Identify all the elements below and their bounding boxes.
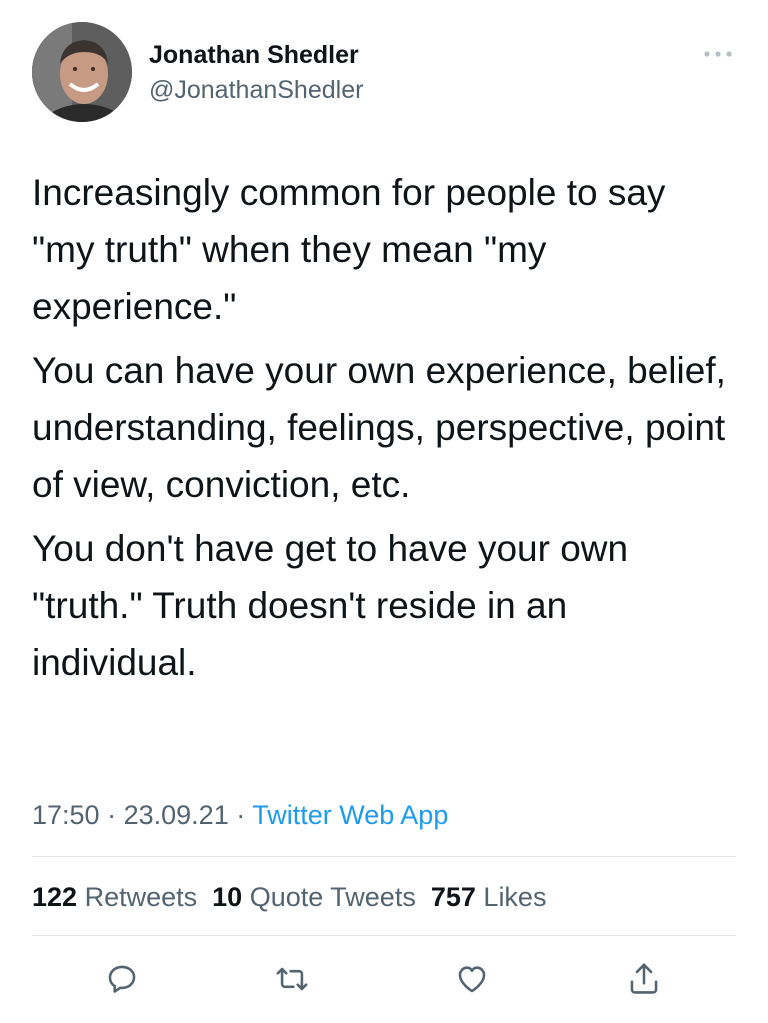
tweet-text: Increasingly common for people to say "m… [32,164,732,698]
tweet-time[interactable]: 17:50 [32,800,100,830]
meta-separator: · [236,800,246,830]
avatar[interactable] [32,22,132,122]
share-button[interactable] [620,955,668,1003]
reply-icon [108,965,136,993]
tweet-paragraph: You don't have get to have your own "tru… [32,528,629,683]
heart-icon [458,966,486,993]
retweet-button[interactable] [268,955,316,1003]
retweet-icon [276,967,308,991]
author-handle[interactable]: @JonathanShedler [149,75,363,105]
retweets-count: 122 [32,882,78,912]
quote-tweets-count: 10 [212,882,243,912]
likes-stat[interactable]: 757 Likes [431,882,547,912]
tweet-stats: 122 Retweets 10 Quote Tweets 757 Likes [32,879,546,915]
divider [32,856,736,857]
tweet-meta: 17:50 · 23.09.21 · Twitter Web App [32,797,448,833]
tweet-paragraph: You can have your own experience, belief… [32,350,726,505]
tweet-source-link[interactable]: Twitter Web App [252,800,448,830]
likes-count: 757 [430,882,476,912]
meta-separator: · [107,800,117,830]
divider [32,935,736,936]
likes-label: Likes [483,882,547,912]
more-button[interactable] [696,40,740,68]
more-horizontal-icon [704,51,732,57]
retweets-label: Retweets [84,882,198,912]
avatar-image [32,22,132,122]
tweet-paragraph: Increasingly common for people to say "m… [32,172,666,327]
like-button[interactable] [448,955,496,1003]
share-icon [630,963,658,994]
tweet-detail: Jonathan Shedler @JonathanShedler Increa… [0,0,768,1023]
reply-button[interactable] [98,955,146,1003]
tweet-date[interactable]: 23.09.21 [124,800,229,830]
quote-tweets-stat[interactable]: 10 Quote Tweets [212,882,416,912]
quote-tweets-label: Quote Tweets [249,882,416,912]
retweets-stat[interactable]: 122 Retweets [32,882,197,912]
author-name[interactable]: Jonathan Shedler [149,40,359,70]
